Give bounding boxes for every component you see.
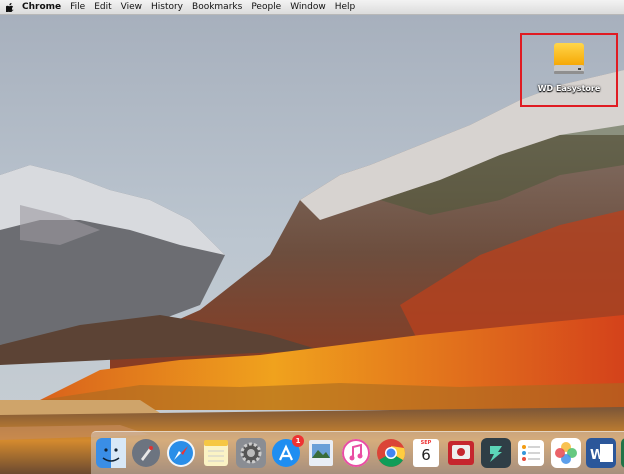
dock-chrome[interactable] (376, 438, 406, 468)
menu-edit[interactable]: Edit (94, 2, 111, 12)
apple-icon[interactable] (6, 2, 14, 12)
dock-calendar[interactable]: SEP 6 (411, 438, 441, 468)
chrome-icon (377, 439, 405, 467)
word-icon: W (586, 438, 616, 468)
dock-app-store[interactable]: 1 (271, 435, 304, 468)
menu-help[interactable]: Help (335, 2, 356, 12)
menu-people[interactable]: People (251, 2, 281, 12)
notes-icon (204, 440, 228, 466)
reminders-icon (518, 440, 544, 466)
dock-launchpad[interactable] (131, 438, 161, 468)
dock-photos[interactable] (551, 438, 581, 468)
dock-preview[interactable] (306, 438, 336, 468)
dock-finder[interactable] (96, 438, 126, 468)
dock-filmora[interactable] (481, 438, 511, 468)
menu-window[interactable]: Window (290, 2, 326, 12)
drive-label: WD Easystore (537, 84, 601, 93)
dock-photo-booth[interactable] (446, 438, 476, 468)
desktop: WD Easystore (0, 15, 624, 474)
launchpad-icon (132, 439, 160, 467)
menu-bar: Chrome File Edit View History Bookmarks … (0, 0, 624, 15)
dock-safari[interactable] (166, 438, 196, 468)
menu-history[interactable]: History (151, 2, 183, 12)
dock-reminders[interactable] (516, 438, 546, 468)
dock-word[interactable]: W (586, 438, 616, 468)
calendar-day: 6 (421, 446, 431, 464)
svg-text:W: W (590, 448, 604, 463)
safari-icon (167, 439, 195, 467)
photos-icon (551, 438, 581, 468)
menu-view[interactable]: View (121, 2, 142, 12)
finder-icon (96, 438, 126, 468)
filmora-icon (481, 438, 511, 468)
menu-app-chrome[interactable]: Chrome (22, 2, 61, 12)
dock-notes[interactable] (201, 438, 231, 468)
wd-easystore-drive[interactable]: WD Easystore (520, 33, 618, 107)
gear-icon (236, 438, 266, 468)
photo-booth-icon (448, 441, 474, 465)
app-store-badge: 1 (292, 435, 304, 447)
external-drive-icon (554, 43, 584, 74)
menu-bookmarks[interactable]: Bookmarks (192, 2, 242, 12)
menu-file[interactable]: File (70, 2, 85, 12)
music-icon (342, 439, 370, 467)
dock-system-preferences[interactable] (236, 438, 266, 468)
dock-itunes[interactable] (341, 438, 371, 468)
preview-icon (309, 440, 333, 466)
dock: 1 SEP 6 W (91, 431, 624, 474)
